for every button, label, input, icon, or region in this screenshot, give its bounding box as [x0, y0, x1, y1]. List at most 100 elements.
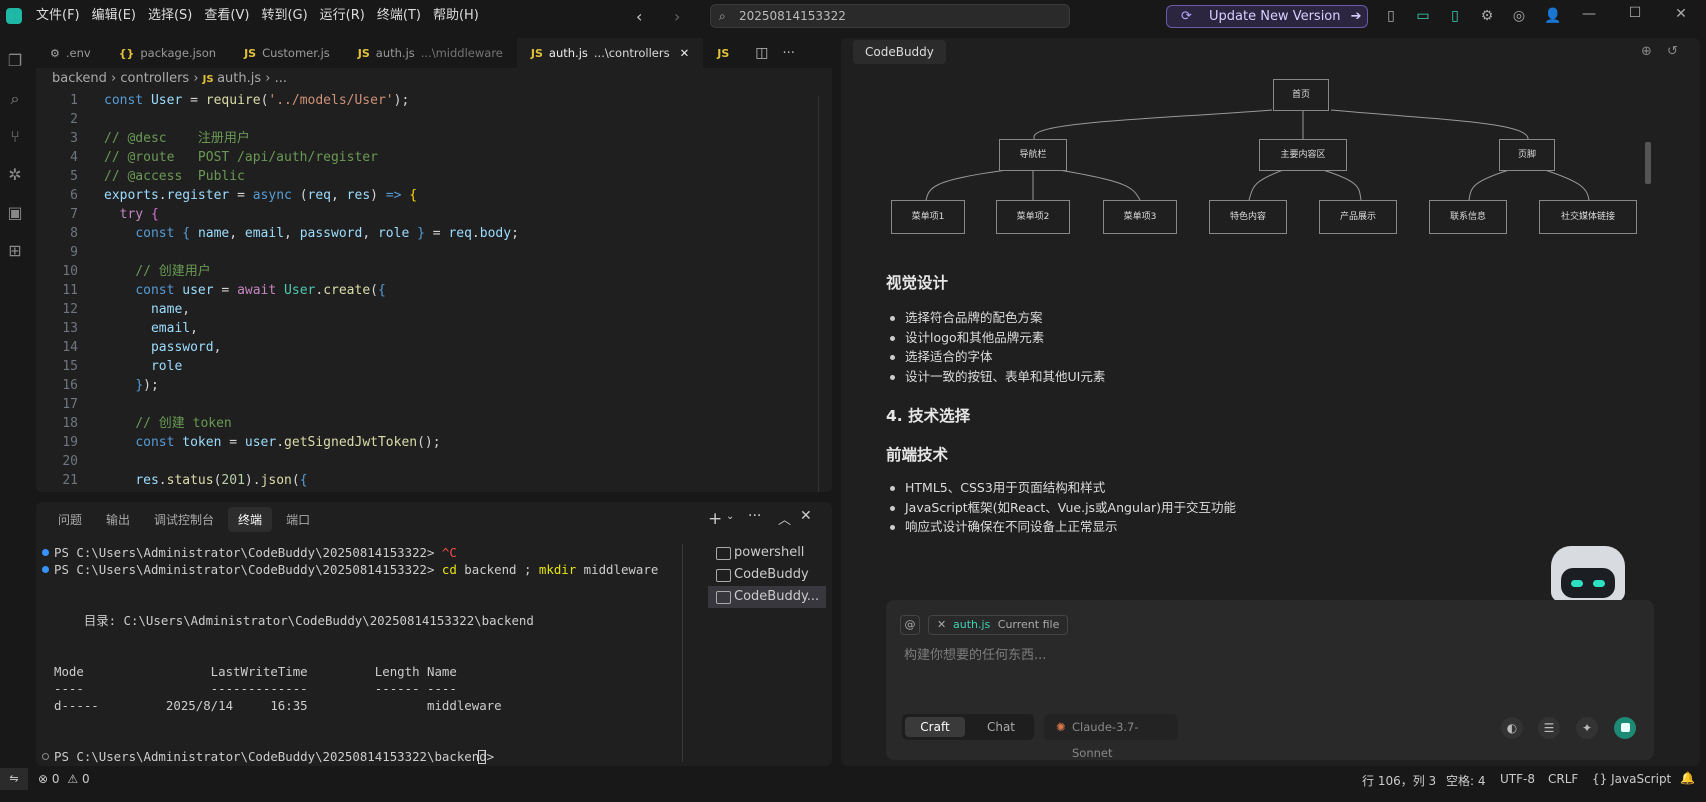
debug-icon[interactable]: ✲	[0, 156, 30, 194]
breadcrumb-item[interactable]: controllers	[120, 71, 189, 86]
editor-tab[interactable]: JS	[703, 38, 749, 68]
codebuddy-tab[interactable]: CodeBuddy	[853, 40, 946, 64]
terminal-list-item[interactable]: CodeBuddy...	[708, 586, 826, 608]
more-icon[interactable]: ···	[748, 508, 761, 524]
forward-icon[interactable]: ›	[674, 7, 680, 26]
list-item: HTML5、CSS3用于页面结构和样式	[886, 478, 1236, 498]
back-icon[interactable]: ‹	[636, 7, 642, 26]
code-token: ,	[182, 302, 191, 317]
search-value: 20250814153322	[739, 9, 846, 23]
section-tech-choice: 4. 技术选择	[886, 407, 971, 425]
chat-input[interactable]: 构建你想要的任何东西...	[904, 644, 1634, 704]
editor-scrollbar[interactable]	[818, 96, 832, 492]
terminal-scrollbar[interactable]	[682, 544, 688, 762]
close-window-icon[interactable]: ✕	[1672, 5, 1690, 23]
chat-scrollbar-thumb[interactable]	[1645, 142, 1651, 184]
remote-icon[interactable]: ▣	[0, 194, 30, 232]
editor-tab[interactable]: {} package.json	[105, 38, 230, 68]
line-number: 11	[62, 283, 78, 298]
explorer-icon[interactable]: ❐	[0, 42, 30, 80]
close-panel-icon[interactable]: ✕	[800, 508, 812, 524]
maximize-icon[interactable]: ☐	[1626, 4, 1644, 22]
search-input[interactable]: ⌕ 20250814153322	[710, 4, 1070, 28]
panel-tab[interactable]: 输出	[96, 507, 140, 532]
indentation[interactable]: 空格: 4	[1446, 772, 1486, 789]
diagram-node-menu3: 菜单项3	[1103, 200, 1177, 234]
source-control-icon[interactable]: ⑂	[0, 118, 30, 156]
panel-tab[interactable]: 问题	[48, 507, 92, 532]
menu-item[interactable]: 运行(R)	[314, 0, 371, 32]
editor-tab[interactable]: JS Customer.js	[230, 38, 344, 68]
model-name: Claude-3.7-Sonnet	[1072, 720, 1139, 760]
line-ending[interactable]: CRLF	[1548, 772, 1578, 786]
model-selector[interactable]: ✺ Claude-3.7-Sonnet	[1044, 714, 1178, 760]
panel-tab[interactable]: 端口	[276, 507, 320, 532]
palette-icon[interactable]: ◐	[1501, 717, 1523, 739]
toggle-panel-icon[interactable]: ▭	[1414, 7, 1432, 25]
code-token: // @desc 注册用户	[104, 131, 250, 146]
code-token: ,	[331, 188, 347, 203]
context-file-chip[interactable]: ✕ auth.js Current file	[928, 615, 1069, 635]
browser-icon[interactable]: ◎	[1510, 7, 1528, 25]
update-button[interactable]: ⟳ Update New Version ➔	[1166, 5, 1368, 28]
terminal-text: PS C:\Users\Administrator\CodeBuddy\2025…	[54, 545, 442, 560]
tab-label: auth.js	[375, 46, 415, 60]
stop-button[interactable]	[1614, 717, 1636, 739]
mode-craft-button[interactable]: Craft	[905, 717, 965, 737]
toggle-sidebar-icon[interactable]: ▯	[1382, 7, 1400, 25]
extensions-icon[interactable]: ⊞	[0, 232, 30, 270]
editor-tab[interactable]: JS auth.js ...\middleware	[344, 38, 517, 68]
terminal-list-item[interactable]: CodeBuddy	[708, 564, 826, 586]
code-token: =	[213, 283, 238, 298]
remote-indicator-icon[interactable]: ⇋	[0, 768, 28, 790]
code-editor[interactable]: 1 const User = require ('../models/User');…	[36, 90, 832, 490]
more-actions-icon[interactable]: ···	[782, 46, 794, 61]
mention-icon[interactable]: @	[900, 615, 920, 635]
editor-tab[interactable]: JS auth.js ...\controllers ✕	[516, 38, 704, 68]
terminal-list-item[interactable]: powershell	[708, 542, 826, 564]
breadcrumb-item[interactable]: ...	[275, 71, 287, 86]
encoding[interactable]: UTF-8	[1500, 772, 1535, 786]
breadcrumb-item[interactable]: backend	[52, 71, 107, 86]
notifications-icon[interactable]: 🔔	[1680, 771, 1695, 785]
menu-item[interactable]: 帮助(H)	[427, 0, 485, 32]
settings-icon[interactable]: ⚙	[1478, 7, 1496, 25]
new-chat-icon[interactable]: ⊕	[1641, 44, 1652, 59]
menu-item[interactable]: 查看(V)	[198, 0, 255, 32]
code-token: json	[260, 473, 292, 488]
code-token: (	[370, 283, 378, 298]
mode-chat-button[interactable]: Chat	[972, 717, 1030, 737]
problems-indicator[interactable]: ⊗ 0 ⚠ 0	[38, 772, 90, 786]
search-view-icon[interactable]: ⌕	[0, 80, 30, 118]
command-marker-icon	[42, 753, 49, 760]
editor-tab[interactable]: ⚙ .env	[36, 38, 105, 68]
language-mode[interactable]: {} JavaScript	[1592, 772, 1671, 786]
code-line: 1 const User = require('../models/User');	[36, 91, 832, 110]
menu-item[interactable]: 选择(S)	[142, 0, 198, 32]
chevron-down-icon[interactable]: ⌄	[726, 511, 734, 522]
line-number: 16	[62, 378, 78, 393]
remove-context-icon[interactable]: ✕	[937, 616, 946, 634]
split-editor-icon[interactable]: ◫	[755, 45, 768, 61]
diagram-node-nav: 导航栏	[999, 139, 1067, 171]
breadcrumb-item[interactable]: auth.js	[217, 71, 261, 86]
menu-item[interactable]: 终端(T)	[371, 0, 427, 32]
menu-item[interactable]: 转到(G)	[255, 0, 313, 32]
close-tab-icon[interactable]: ✕	[680, 46, 690, 60]
terminal-output[interactable]: PS C:\Users\Administrator\CodeBuddy\2025…	[42, 544, 682, 765]
account-icon[interactable]: 👤	[1544, 7, 1562, 25]
maximize-panel-icon[interactable]: ︿	[778, 509, 791, 528]
cursor-position[interactable]: 行 106，列 3	[1362, 772, 1436, 789]
panel-tab[interactable]: 调试控制台	[144, 507, 224, 532]
checklist-icon[interactable]: ☰	[1538, 717, 1560, 739]
menu-item[interactable]: 编辑(E)	[86, 0, 142, 32]
menu-item[interactable]: 文件(F)	[30, 0, 86, 32]
sparkle-icon[interactable]: ✦	[1576, 717, 1598, 739]
new-terminal-icon[interactable]: +	[708, 509, 722, 529]
toggle-secondary-sidebar-icon[interactable]: ▯	[1446, 7, 1464, 25]
minimize-icon[interactable]: —	[1580, 5, 1598, 23]
panel-tab[interactable]: 终端	[228, 506, 273, 532]
history-icon[interactable]: ↺	[1667, 44, 1678, 59]
